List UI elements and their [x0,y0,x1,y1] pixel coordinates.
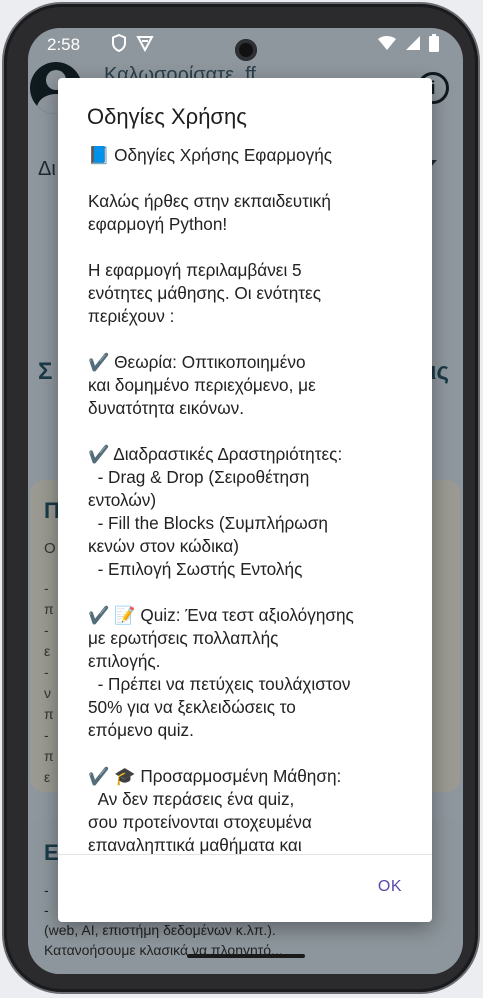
gesture-nav-pill[interactable] [187,954,305,958]
ok-button[interactable]: OK [378,878,402,896]
dialog-paragraph: ✔️ Διαδραστικές Δραστηριότητες: - Drag &… [88,444,343,579]
card-title: Ε [44,840,59,865]
front-camera [235,39,257,61]
dialog-paragraph [88,581,418,604]
dialog-paragraph: ✔️ Θεωρία: Οπτικοποιημένο και δομημένο π… [88,352,316,418]
wifi-icon [378,36,396,50]
section-heading-right: ις [429,358,449,385]
dialog-body[interactable]: 📘 Οδηγίες Χρήσης Εφαρμογής Καλώς ήρθες σ… [88,144,418,854]
dialog-paragraph [88,420,418,443]
card-lines: - π - ε - ν π - π ε [44,580,54,785]
status-time: 2:58 [47,35,81,54]
dialog-paragraph [88,236,418,259]
dialog-title: Οδηγίες Χρήσης [87,104,247,129]
dialog-paragraph: 📘 Οδηγίες Χρήσης Εφαρμογής [88,145,333,165]
card-subtitle: Ο [44,540,56,557]
screen: Καλωσορίσατε, ff i Δι Σ ις Π Ο - π - ε -… [28,28,463,974]
cell-signal-icon [406,36,420,50]
dialog-paragraph: Καλώς ήρθες στην εκπαιδευτική εφαρμογή P… [88,191,331,234]
dialog-paragraph: Η εφαρμογή περιλαμβάνει 5 ενότητες μάθησ… [88,260,322,326]
dialog-paragraph: ✔️ 📝 Quiz: Ένα τεστ αξιολόγησης με ερωτή… [88,605,354,740]
dialog-paragraph [88,328,418,351]
dialog-paragraph: ✔️ 🎓 Προσαρμοσμένη Μάθηση: Αν δεν περάσε… [88,766,342,854]
shield-icon [112,34,126,52]
vpn-icon [136,36,154,52]
phone-frame: Καλωσορίσατε, ff i Δι Σ ις Π Ο - π - ε -… [4,4,478,992]
battery-icon [429,34,439,52]
dialog-divider [58,854,432,855]
section-dropdown[interactable]: Δι [38,158,56,181]
dialog-paragraph [88,742,418,765]
section-heading-left: Σ [38,358,53,385]
instructions-dialog: Οδηγίες Χρήσης 📘 Οδηγίες Χρήσης Εφαρμογή… [58,78,432,922]
dialog-paragraph [88,167,418,190]
